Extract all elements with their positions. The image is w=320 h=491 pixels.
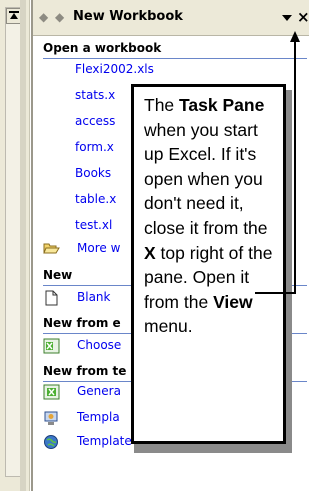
callout-part: menu. <box>144 316 193 337</box>
callout-text: The Task Pane when you start up Excel. I… <box>144 93 273 339</box>
recent-file-link[interactable]: table.x <box>75 192 116 206</box>
recent-file-link[interactable]: test.xl <box>75 218 112 232</box>
recent-file-link[interactable]: Flexi2002.xls <box>75 62 154 76</box>
recent-file-link[interactable]: access <box>75 114 115 128</box>
section-divider <box>43 58 307 59</box>
callout-bold-x: X <box>144 242 156 263</box>
templates-online-link[interactable]: Template <box>77 434 132 448</box>
left-strip <box>0 0 30 491</box>
forward-arrow-icon[interactable]: ◆ <box>55 10 64 24</box>
templates-website-link[interactable]: Templa <box>77 410 120 424</box>
callout-bold-view: View <box>213 291 253 312</box>
section-new: New <box>43 268 73 282</box>
callout-pointer-horizontal <box>255 292 295 294</box>
scroll-up-icon[interactable] <box>6 8 21 24</box>
workbook-icon <box>43 338 60 354</box>
callout-bold-task-pane: Task Pane <box>179 95 265 115</box>
recent-file-link[interactable]: Books <box>75 166 111 180</box>
callout-part: top right of the pane. Open it from the <box>144 242 273 312</box>
callout-arrowhead <box>290 31 300 42</box>
blank-document-icon <box>45 290 58 306</box>
close-icon[interactable]: × <box>297 8 310 26</box>
pane-separator <box>20 0 26 491</box>
callout-part: The <box>144 95 180 115</box>
general-templates-icon <box>43 384 60 400</box>
blank-workbook-link[interactable]: Blank <box>77 290 110 304</box>
back-arrow-icon[interactable]: ◆ <box>39 10 48 24</box>
dropdown-icon[interactable] <box>282 15 292 21</box>
recent-file-link[interactable]: form.x <box>75 140 114 154</box>
callout-box: The Task Pane when you start up Excel. I… <box>131 84 286 444</box>
section-new-from-existing: New from e <box>43 316 121 330</box>
open-folder-icon <box>43 243 60 254</box>
callout-part: when you start up Excel. If it's open wh… <box>144 119 268 238</box>
general-templates-link[interactable]: Genera <box>77 384 121 398</box>
templates-online-icon <box>44 435 58 449</box>
task-pane-header: ◆ ◆ New Workbook × <box>33 0 310 36</box>
more-workbooks-link[interactable]: More w <box>77 241 120 255</box>
section-new-from-template: New from te <box>43 364 127 378</box>
section-open-workbook: Open a workbook <box>43 41 162 55</box>
task-pane-title: New Workbook <box>73 9 183 24</box>
recent-file-link[interactable]: stats.x <box>75 88 115 102</box>
callout-pointer-vertical <box>294 38 296 294</box>
templates-website-icon <box>44 411 58 425</box>
choose-workbook-link[interactable]: Choose <box>77 338 121 352</box>
